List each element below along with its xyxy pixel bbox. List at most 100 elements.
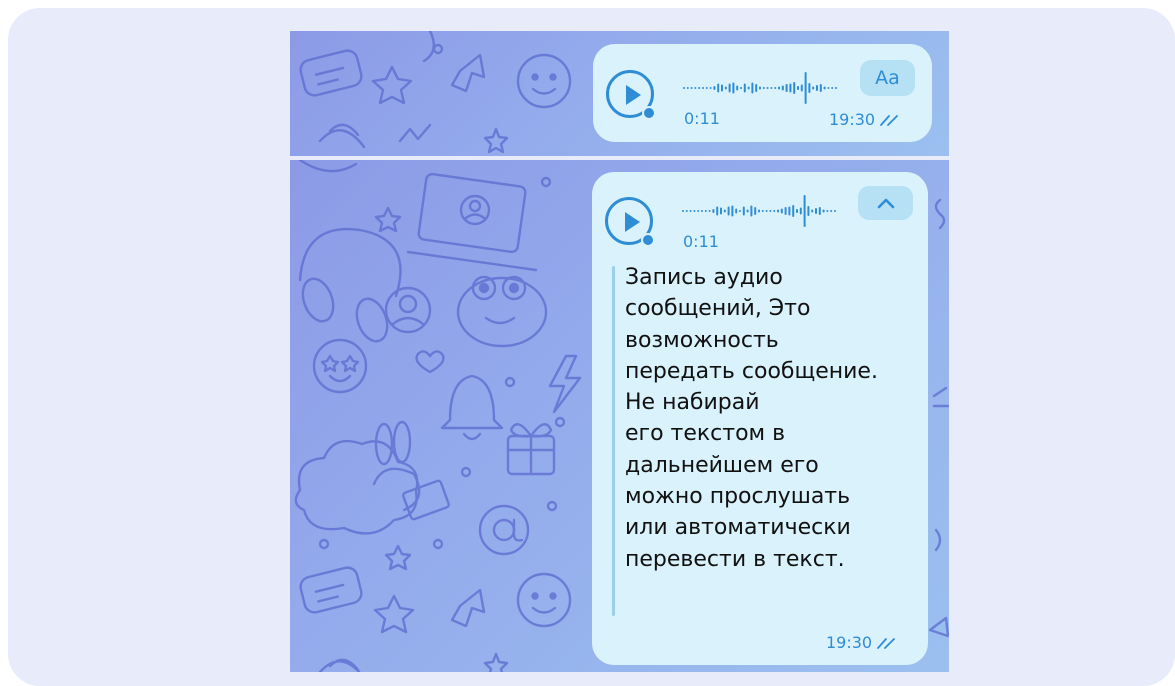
waveform-bar xyxy=(818,207,821,215)
waveform-bar xyxy=(804,72,807,104)
waveform-bar xyxy=(827,87,830,89)
waveform-bar xyxy=(816,85,818,91)
play-icon xyxy=(626,85,641,105)
waveform-bar xyxy=(682,210,684,212)
waveform-bar xyxy=(830,210,833,212)
transcript-line: сообщений, Это xyxy=(625,296,811,322)
voice-duration: 0:11 xyxy=(684,109,720,128)
waveform-bar xyxy=(778,86,780,90)
waveform-bar xyxy=(747,86,750,90)
transcript-line: Не набирай xyxy=(625,390,760,416)
waveform-bar xyxy=(823,86,826,90)
waveform-bar xyxy=(723,209,726,213)
waveform-bar xyxy=(755,84,758,92)
waveform-bar xyxy=(807,206,810,216)
waveform-bar xyxy=(793,82,796,94)
transcript-line: его текстом в xyxy=(625,421,786,447)
waveform-bar xyxy=(702,87,704,89)
waveform-bar xyxy=(716,206,719,216)
unread-dot-icon xyxy=(641,233,655,247)
double-check-icon xyxy=(880,114,899,126)
waveform-bar xyxy=(834,210,836,212)
waveform-bar xyxy=(708,210,711,212)
waveform-bar xyxy=(735,208,738,214)
waveform-bar xyxy=(803,195,806,227)
waveform-bar xyxy=(709,87,712,89)
waveform-bar xyxy=(739,210,741,212)
collapse-transcript-button[interactable] xyxy=(858,186,913,220)
audio-waveform[interactable] xyxy=(683,71,843,105)
waveform-bar xyxy=(777,209,779,213)
transcript-line: можно прослушать xyxy=(625,484,851,510)
waveform-bar xyxy=(761,210,764,212)
waveform-bar xyxy=(732,82,735,94)
waveform-bar xyxy=(727,206,730,216)
waveform-bar xyxy=(781,85,784,91)
unread-dot-icon xyxy=(642,106,656,120)
chevron-up-icon xyxy=(877,198,894,208)
voice-duration: 0:11 xyxy=(683,232,719,251)
waveform-bar xyxy=(766,87,769,89)
message-time: 19:30 xyxy=(826,633,897,652)
waveform-bar xyxy=(721,84,723,92)
waveform-bar xyxy=(743,83,746,93)
waveform-bar xyxy=(774,87,777,89)
waveform-bar xyxy=(808,83,811,93)
waveform-bar xyxy=(773,210,776,212)
waveform-bar xyxy=(750,205,753,217)
waveform-bar xyxy=(784,207,787,215)
waveform-bar xyxy=(811,209,814,213)
waveform-bar xyxy=(800,84,803,92)
waveform-bar xyxy=(758,209,760,213)
waveform-bar xyxy=(769,210,772,212)
message-time-text: 19:30 xyxy=(826,633,873,652)
chat-screenshot-bottom: 0:11 Запись аудио сообщений, Это возможнос… xyxy=(290,160,949,672)
waveform-bar xyxy=(780,208,783,214)
waveform-bar xyxy=(694,87,697,89)
waveform-bar xyxy=(731,205,734,217)
play-button[interactable] xyxy=(606,70,656,120)
waveform-bar xyxy=(736,85,739,91)
waveform-bar xyxy=(697,210,700,212)
waveform-bar xyxy=(690,87,693,89)
waveform-bar xyxy=(826,210,829,212)
waveform-bar xyxy=(770,87,773,89)
waveform-bar xyxy=(685,210,688,212)
waveform-bar xyxy=(717,83,720,93)
voice-transcript: Запись аудио сообщений, Это возможность пер… xyxy=(625,262,878,575)
waveform-bar xyxy=(686,87,689,89)
waveform-bar xyxy=(742,206,745,216)
waveform-bar xyxy=(762,87,765,89)
waveform-bar xyxy=(746,209,749,213)
waveform-bar xyxy=(785,84,788,92)
audio-waveform[interactable] xyxy=(682,194,842,228)
waveform-bar xyxy=(720,207,722,215)
waveform-bar xyxy=(698,87,701,89)
waveform-bar xyxy=(765,210,768,212)
waveform-bar xyxy=(689,210,692,212)
waveform-bar xyxy=(712,209,715,213)
chat-screenshot-top: 0:11 19:30 Aa xyxy=(290,31,949,156)
transcript-line: дальнейшем его xyxy=(625,452,819,478)
waveform-bar xyxy=(799,207,802,215)
waveform-bar xyxy=(751,82,754,94)
play-button[interactable] xyxy=(605,197,655,247)
waveform-bar xyxy=(831,87,834,89)
waveform-bar xyxy=(822,209,825,213)
transcribe-button[interactable]: Aa xyxy=(860,60,915,96)
waveform-bar xyxy=(788,206,791,216)
waveform-bar xyxy=(792,205,795,217)
waveform-bar xyxy=(796,209,798,213)
waveform-bar xyxy=(713,86,716,90)
waveform-bar xyxy=(797,86,799,90)
message-time-text: 19:30 xyxy=(829,110,876,129)
double-check-icon xyxy=(877,637,896,649)
waveform-bar xyxy=(724,86,727,90)
transcript-line: возможность xyxy=(625,327,779,353)
waveform-bar xyxy=(812,86,815,90)
voice-message-bubble-top: 0:11 19:30 Aa xyxy=(593,44,932,142)
waveform-bar xyxy=(835,87,837,89)
waveform-bar xyxy=(683,87,685,89)
transcript-line: Запись аудио xyxy=(625,265,783,290)
message-time: 19:30 xyxy=(829,110,900,129)
